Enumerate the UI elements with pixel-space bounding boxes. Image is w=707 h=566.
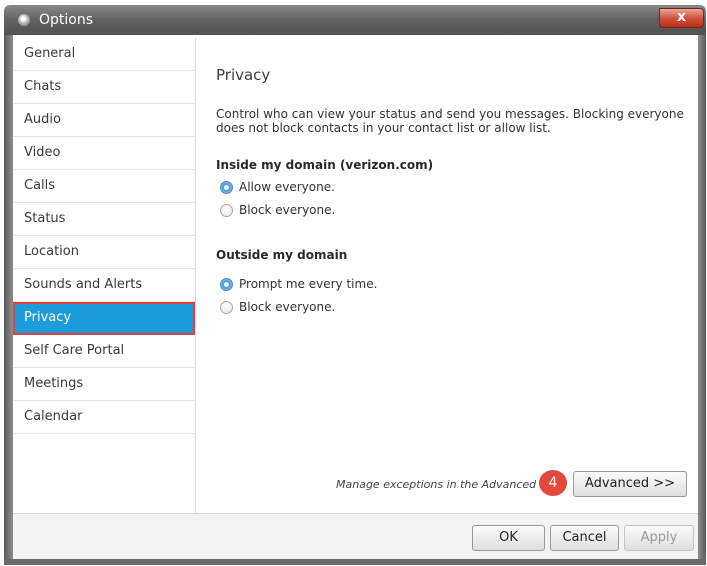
sidebar-item-general[interactable]: General — [13, 38, 195, 71]
apply-button[interactable]: Apply — [624, 525, 694, 551]
sidebar-item-video[interactable]: Video — [13, 137, 195, 170]
manage-exceptions-text: Manage exceptions in the Advanced vi — [336, 478, 550, 491]
sidebar-item-privacy[interactable]: Privacy — [13, 302, 195, 335]
page-title: Privacy — [216, 66, 271, 84]
app-icon — [18, 14, 30, 26]
options-sidebar: General Chats Audio Video Calls Status L… — [13, 38, 196, 513]
sidebar-item-calls[interactable]: Calls — [13, 170, 195, 203]
inside-block-everyone-label: Block everyone. — [239, 203, 336, 217]
close-button[interactable]: x — [659, 8, 704, 28]
outside-domain-heading: Outside my domain — [216, 248, 348, 262]
outside-block-everyone-radio[interactable] — [220, 300, 233, 314]
step-badge: 4 — [539, 470, 567, 496]
window-frame-right — [698, 35, 706, 565]
window-frame-left — [4, 35, 13, 565]
cancel-button[interactable]: Cancel — [550, 525, 619, 551]
sidebar-item-calendar[interactable]: Calendar — [13, 401, 195, 434]
inside-domain-heading: Inside my domain (verizon.com) — [216, 158, 434, 172]
outside-prompt-option[interactable]: Prompt me every time. — [220, 275, 377, 293]
inside-allow-everyone-option[interactable]: Allow everyone. — [220, 178, 335, 196]
ok-button[interactable]: OK — [472, 525, 545, 551]
title-bar[interactable]: Options x — [4, 5, 706, 35]
dialog-footer: OK Cancel Apply — [13, 514, 698, 559]
window-title: Options — [39, 12, 94, 28]
sidebar-item-status[interactable]: Status — [13, 203, 195, 236]
outside-block-everyone-label: Block everyone. — [239, 300, 336, 314]
privacy-description: Control who can view your status and sen… — [216, 107, 684, 135]
outside-prompt-radio[interactable] — [220, 277, 233, 291]
outside-block-everyone-option[interactable]: Block everyone. — [220, 298, 335, 316]
privacy-panel: Privacy Control who can view your status… — [196, 38, 698, 513]
sidebar-item-meetings[interactable]: Meetings — [13, 368, 195, 401]
sidebar-item-audio[interactable]: Audio — [13, 104, 195, 137]
outside-prompt-label: Prompt me every time. — [239, 277, 378, 291]
inside-allow-everyone-radio[interactable] — [220, 180, 233, 194]
inside-block-everyone-radio[interactable] — [220, 203, 233, 217]
advanced-button[interactable]: Advanced >> — [573, 471, 687, 497]
sidebar-item-sounds-and-alerts[interactable]: Sounds and Alerts — [13, 269, 195, 302]
sidebar-item-location[interactable]: Location — [13, 236, 195, 269]
sidebar-item-self-care-portal[interactable]: Self Care Portal — [13, 335, 195, 368]
inside-block-everyone-option[interactable]: Block everyone. — [220, 201, 335, 219]
sidebar-item-chats[interactable]: Chats — [13, 71, 195, 104]
inside-allow-everyone-label: Allow everyone. — [239, 180, 335, 194]
close-icon: x — [676, 9, 687, 25]
options-window: Options x General Chats Audio Video Call… — [0, 0, 707, 566]
window-frame-bottom — [4, 559, 706, 565]
